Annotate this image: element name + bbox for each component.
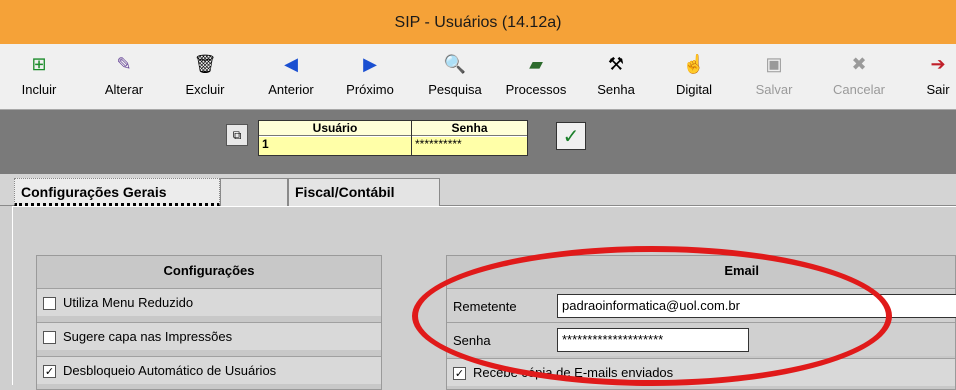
tools-icon: ⚒ xyxy=(607,54,625,74)
copia-row[interactable]: ✓ Recebe cópia de E-mails enviados xyxy=(447,358,955,386)
senha-button[interactable]: ⚒ Senha xyxy=(588,50,644,106)
senha-label: Senha xyxy=(453,333,491,348)
pesquisa-button[interactable]: 🔍 Pesquisa xyxy=(418,50,492,106)
edit-icon: ✎ xyxy=(116,54,132,74)
tab-configuracoes-gerais[interactable]: Configurações Gerais xyxy=(14,178,220,206)
incluir-button[interactable]: ⊞ Incluir xyxy=(14,50,64,106)
sair-button[interactable]: ➔ Sair xyxy=(920,50,956,106)
remetente-input[interactable]: padraoinformatica@uol.com.br xyxy=(557,294,956,318)
option-sugere-capa[interactable]: Sugere capa nas Impressões xyxy=(37,322,381,350)
copy-icon: ⧉ xyxy=(232,128,242,142)
senha-row: Senha ******************** xyxy=(447,322,955,356)
anterior-button[interactable]: ◀ Anterior xyxy=(258,50,324,106)
configuracoes-title: Configurações xyxy=(163,263,255,278)
arrow-right-icon: ▶ xyxy=(363,54,377,74)
toolbar: ⊞ Incluir ✎ Alterar 🗑 Excluir ◀ Anterior… xyxy=(0,44,956,110)
search-icon: 🔍 xyxy=(443,54,467,74)
checkmark-icon: ✓ xyxy=(562,124,580,148)
processos-button[interactable]: ▰ Processos xyxy=(496,50,576,106)
copia-checkbox[interactable]: ✓ xyxy=(453,367,466,380)
user-selector-bar: ⧉ Usuário Senha 1 ********** ✓ xyxy=(0,110,956,174)
menu-reduzido-checkbox[interactable] xyxy=(43,297,56,310)
usuario-cell[interactable]: 1 xyxy=(259,137,411,155)
senha-input[interactable]: ******************** xyxy=(557,328,749,352)
alterar-button[interactable]: ✎ Alterar xyxy=(94,50,154,106)
senha-column-header: Senha xyxy=(412,121,527,136)
email-title: Email xyxy=(724,263,759,278)
disk-icon: ▣ xyxy=(765,54,783,74)
email-group: Email Remetente padraoinformatica@uol.co… xyxy=(446,255,956,390)
cancelar-button[interactable]: ✖ Cancelar xyxy=(824,50,894,106)
remetente-label: Remetente xyxy=(453,299,517,314)
book-icon: ▰ xyxy=(529,54,543,74)
remetente-row: Remetente padraoinformatica@uol.com.br xyxy=(447,288,956,322)
digital-button[interactable]: ☝ Digital xyxy=(666,50,722,106)
title-bar: SIP - Usuários (14.12a) xyxy=(0,0,956,44)
sugere-capa-checkbox[interactable] xyxy=(43,331,56,344)
tab-strip: Configurações Gerais Fiscal/Contábil xyxy=(0,174,956,206)
user-grid[interactable]: Usuário Senha 1 ********** xyxy=(258,120,528,156)
option-menu-reduzido[interactable]: Utiliza Menu Reduzido xyxy=(37,288,381,316)
usuario-column-header: Usuário xyxy=(259,121,411,136)
trash-icon: 🗑 xyxy=(193,54,217,74)
excluir-button[interactable]: 🗑 Excluir xyxy=(178,50,232,106)
salvar-button[interactable]: ▣ Salvar xyxy=(748,50,800,106)
configuracoes-group: Configurações Utiliza Menu Reduzido Suge… xyxy=(36,255,382,390)
confirm-button[interactable]: ✓ xyxy=(556,122,586,150)
grid-divider xyxy=(411,121,412,155)
copy-button[interactable]: ⧉ xyxy=(226,124,248,146)
proximo-button[interactable]: ▶ Próximo xyxy=(334,50,406,106)
x-icon: ✖ xyxy=(851,54,867,74)
desbloqueio-checkbox[interactable]: ✓ xyxy=(43,365,56,378)
tab-blank[interactable] xyxy=(220,178,288,206)
hand-pointer-icon: ☝ xyxy=(682,54,706,74)
tab-fiscal-contabil[interactable]: Fiscal/Contábil xyxy=(288,178,440,206)
senha-cell[interactable]: ********** xyxy=(412,137,527,155)
arrow-left-icon: ◀ xyxy=(284,54,298,74)
exit-door-icon: ➔ xyxy=(930,54,946,74)
option-desbloqueio[interactable]: ✓ Desbloqueio Automático de Usuários xyxy=(37,356,381,384)
window-title: SIP - Usuários (14.12a) xyxy=(394,14,562,31)
plus-page-icon: ⊞ xyxy=(31,54,47,74)
